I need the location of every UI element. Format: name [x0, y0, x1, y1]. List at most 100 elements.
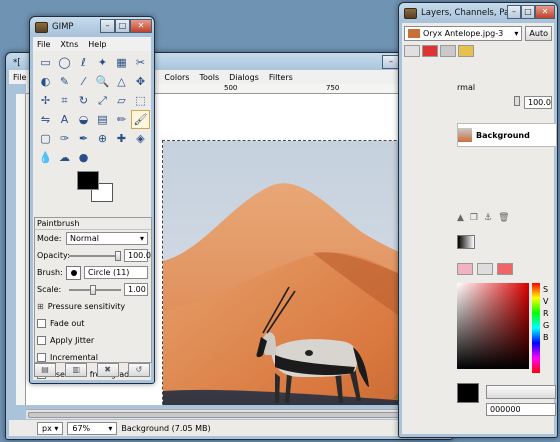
menu-xtns[interactable]: Xtns	[60, 40, 78, 49]
tab-color-triangle[interactable]	[457, 263, 473, 275]
channel-label-v[interactable]: V	[543, 297, 555, 306]
measure-icon[interactable]: △	[112, 72, 131, 91]
foreground-select-icon[interactable]: ◐	[36, 72, 55, 91]
layer-opacity-field[interactable]: 100.0	[524, 96, 552, 109]
zoom-icon[interactable]: 🔍	[93, 72, 112, 91]
rotate-icon[interactable]: ↻	[74, 91, 93, 110]
menu-colors[interactable]: Colors	[164, 73, 189, 82]
paths-icon[interactable]: ✎	[55, 72, 74, 91]
text-icon[interactable]: A	[55, 110, 74, 129]
opacity-slider[interactable]	[69, 250, 121, 261]
eraser-icon[interactable]: ▢	[36, 129, 55, 148]
save-options-icon[interactable]: ▤	[34, 363, 56, 377]
fade-out-checkbox[interactable]	[37, 319, 46, 328]
toolbox-titlebar[interactable]: GIMP – □ ✕	[30, 17, 154, 37]
channel-label-b[interactable]: B	[543, 333, 555, 342]
bucket-fill-icon[interactable]: ◒	[74, 110, 93, 129]
apply-jitter-checkbox[interactable]	[37, 336, 46, 345]
move-icon[interactable]: ✥	[131, 72, 150, 91]
opacity-field[interactable]: 100.0	[124, 249, 151, 262]
dodge-burn-icon[interactable]: ●	[74, 148, 93, 167]
menu-dialogs[interactable]: Dialogs	[229, 73, 259, 82]
color-field[interactable]	[457, 283, 529, 369]
duplicate-layer-icon[interactable]: ❐	[470, 213, 478, 227]
ellipse-select-icon[interactable]: ◯	[55, 53, 74, 72]
maximize-button[interactable]: □	[115, 19, 130, 33]
color-picker-button[interactable]	[486, 385, 556, 399]
horizontal-scrollbar[interactable]	[26, 409, 444, 419]
raise-layer-icon[interactable]: ▲	[457, 213, 464, 227]
airbrush-icon[interactable]: ✑	[55, 129, 74, 148]
smudge-icon[interactable]: ☁	[55, 148, 74, 167]
align-icon[interactable]: ✢	[36, 91, 55, 110]
channel-label-r[interactable]: R	[543, 309, 555, 318]
free-select-icon[interactable]: ℓ	[74, 53, 93, 72]
fuzzy-select-icon[interactable]: ✦	[93, 53, 112, 72]
close-button[interactable]: ✕	[130, 19, 152, 33]
scale-field[interactable]: 1.00	[124, 283, 148, 296]
ink-icon[interactable]: ✒	[74, 129, 93, 148]
menu-filters[interactable]: Filters	[269, 73, 293, 82]
pencil-icon[interactable]: ✏	[112, 110, 131, 129]
paintbrush-icon[interactable]: 🖌	[131, 110, 150, 129]
tab-paths[interactable]	[440, 45, 456, 57]
vertical-ruler[interactable]	[16, 94, 26, 405]
channel-label-s[interactable]: S	[543, 285, 555, 294]
scissors-icon[interactable]: ✂	[131, 53, 150, 72]
hue-strip[interactable]	[532, 283, 540, 373]
scale-slider-knob[interactable]	[89, 284, 96, 295]
rect-select-icon[interactable]: ▭	[36, 53, 55, 72]
brush-name[interactable]: Circle (11)	[84, 266, 148, 279]
perspective-clone-icon[interactable]: ◈	[131, 129, 150, 148]
hex-field[interactable]: 000000	[486, 403, 556, 416]
channel-label-g[interactable]: G	[543, 321, 555, 330]
pressure-row[interactable]: ⊞ Pressure sensitivity	[35, 298, 151, 315]
apply-jitter-row[interactable]: Apply Jitter	[35, 332, 151, 349]
anchor-layer-icon[interactable]: ⚓	[484, 213, 492, 227]
brush-preview[interactable]	[66, 265, 81, 280]
opacity-slider-knob[interactable]	[514, 96, 520, 106]
scale-slider[interactable]	[69, 284, 121, 295]
scrollbar-thumb[interactable]	[28, 412, 442, 418]
clone-icon[interactable]: ⊕	[93, 129, 112, 148]
tab-color-watercolor[interactable]	[477, 263, 493, 275]
blur-icon[interactable]: 💧	[36, 148, 55, 167]
unit-select[interactable]: px ▾	[37, 421, 64, 435]
reset-options-icon[interactable]: ↺	[127, 363, 150, 377]
heal-icon[interactable]: ✚	[112, 129, 131, 148]
menu-file[interactable]: File	[13, 73, 26, 82]
delete-options-icon[interactable]: ✖	[96, 363, 119, 377]
menu-tools[interactable]: Tools	[199, 73, 219, 82]
close-button[interactable]: ✕	[535, 5, 555, 19]
tab-color-palette[interactable]	[497, 263, 513, 275]
layer-mode-value[interactable]: rmal	[457, 83, 475, 92]
menu-help[interactable]: Help	[88, 40, 106, 49]
expander-plus-icon[interactable]: ⊞	[37, 302, 44, 311]
delete-layer-icon[interactable]: 🗑	[498, 213, 509, 227]
opacity-slider-knob[interactable]	[115, 250, 121, 261]
minimize-button[interactable]: –	[100, 19, 115, 33]
mode-select[interactable]: Normal ▾	[66, 232, 148, 245]
image-select[interactable]: Oryx Antelope.jpg-3 ▾	[404, 25, 523, 41]
flip-icon[interactable]: ⇋	[36, 110, 55, 129]
tab-undo[interactable]	[458, 45, 474, 57]
layer-row-background[interactable]: Background	[457, 123, 557, 147]
gradient-swatch[interactable]	[457, 235, 475, 249]
select-by-color-icon[interactable]: ▦	[112, 53, 131, 72]
fade-out-row[interactable]: Fade out	[35, 315, 151, 332]
tab-channels[interactable]	[422, 45, 438, 57]
layers-titlebar[interactable]: Layers, Channels, Paths... – □ ✕	[399, 3, 557, 23]
maximize-button[interactable]: □	[521, 5, 535, 19]
foreground-color-swatch[interactable]	[77, 171, 99, 190]
shear-icon[interactable]: ▱	[112, 91, 131, 110]
incremental-checkbox[interactable]	[37, 353, 46, 362]
perspective-icon[interactable]: ⬚	[131, 91, 150, 110]
zoom-select[interactable]: 67% ▾	[67, 421, 118, 435]
color-picker-icon[interactable]: ⁄	[74, 72, 93, 91]
tab-layers[interactable]	[404, 45, 420, 57]
restore-options-icon[interactable]: ▥	[65, 363, 88, 377]
auto-button[interactable]: Auto	[525, 25, 552, 41]
crop-icon[interactable]: ⌗	[55, 91, 74, 110]
menu-file[interactable]: File	[37, 40, 50, 49]
scale-icon[interactable]: ⤢	[93, 91, 112, 110]
